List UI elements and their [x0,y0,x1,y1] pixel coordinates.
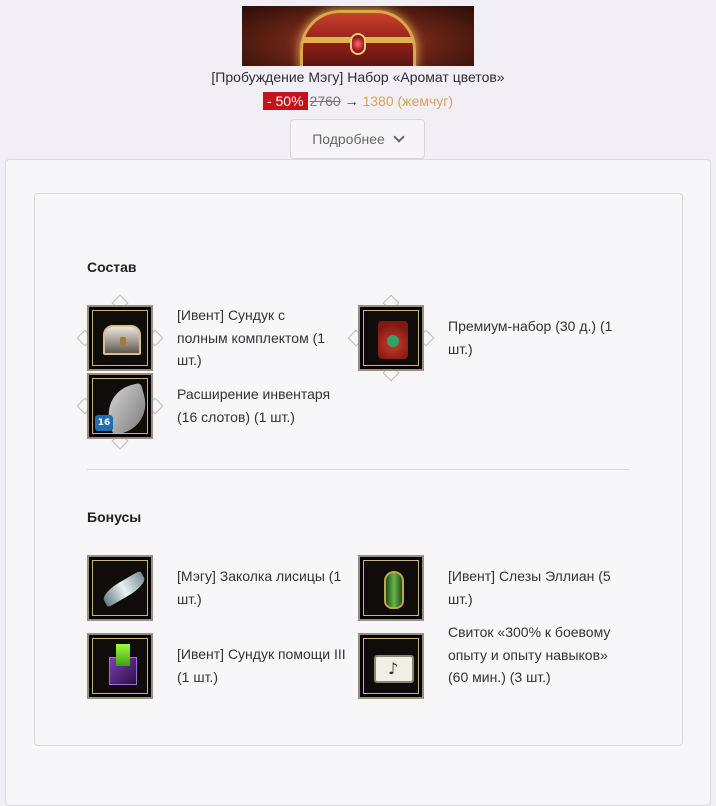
bonus-item[interactable]: Свиток «300% к боевому опыту и опыту нав… [358,624,618,699]
composition-title: Состав [87,259,137,275]
item-label: [Мэгу] Заколка лисицы (1 шт.) [177,568,342,607]
scroll-icon [358,633,424,699]
composition-item[interactable]: Премиум-набор (30 д.) (1 шт.) [347,294,618,382]
details-button-label: Подробнее [312,131,385,147]
item-label: Расширение инвентаря (16 слотов) (1 шт.) [177,386,331,425]
item-label: Премиум-набор (30 д.) (1 шт.) [448,318,613,357]
bonus-item[interactable]: [Мэгу] Заколка лисицы (1 шт.) [87,555,347,621]
premium-set-icon [347,294,435,382]
slot-count-badge: 16 [95,415,113,431]
bonus-item[interactable]: [Ивент] Слезы Эллиан (5 шт.) [358,555,618,621]
bonuses-title: Бонусы [87,509,142,525]
bonus-item[interactable]: [Ивент] Сундук помощи III (1 шт.) [87,633,347,699]
product-title: [Пробуждение Мэгу] Набор «Аромат цветов» [211,69,505,85]
item-label: Свиток «300% к боевому опыту и опыту нав… [448,624,611,685]
discount-badge: - 50% [262,92,308,110]
price-arrow: → [344,93,359,109]
inventory-bag-icon: 16 [76,373,164,450]
new-price: 1380 (жемчуг) [362,93,454,109]
chest-icon [76,294,164,371]
price-line: - 50% 2760 → 1380 (жемчуг) [0,92,716,110]
composition-item[interactable]: [Ивент] Сундук с полным комплектом (1 шт… [76,294,337,372]
details-button[interactable]: Подробнее [290,119,425,159]
section-divider [87,469,629,470]
product-banner-image [242,6,474,66]
item-label: [Ивент] Слезы Эллиан (5 шт.) [448,568,611,607]
treasure-chest-icon [300,10,416,66]
composition-item[interactable]: 16 Расширение инвентаря (16 слотов) (1 ш… [76,373,347,450]
chevron-down-icon [393,130,405,143]
old-price: 2760 [309,93,341,109]
cube-icon [87,633,153,699]
hairpin-icon [87,555,153,621]
item-label: [Ивент] Сундук помощи III (1 шт.) [177,646,346,685]
vase-icon [358,555,424,621]
item-label: [Ивент] Сундук с полным комплектом (1 шт… [177,307,326,368]
